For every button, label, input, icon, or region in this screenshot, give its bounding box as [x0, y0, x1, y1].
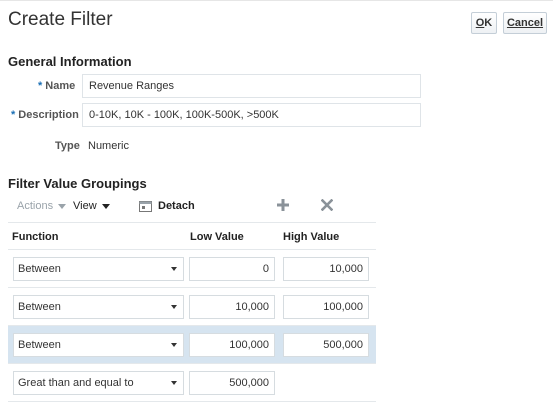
close-icon: [321, 199, 333, 211]
chevron-down-icon: [171, 381, 177, 385]
chevron-down-icon: [101, 203, 110, 209]
top-divider: [0, 0, 553, 1]
name-label: Name: [45, 80, 76, 92]
table-row[interactable]: Between 10,000 100,000: [8, 288, 376, 326]
required-marker: *: [11, 109, 16, 121]
high-value-field[interactable]: 100,000: [283, 295, 369, 319]
ok-button[interactable]: OK: [471, 12, 497, 34]
column-header-function: Function: [12, 231, 59, 243]
function-value: Between: [18, 301, 61, 313]
table-row[interactable]: Great than and equal to 500,000: [8, 364, 376, 402]
table-row[interactable]: Between 0 10,000: [8, 250, 376, 288]
high-value-field[interactable]: 10,000: [283, 257, 369, 281]
ok-rest: K: [484, 17, 493, 29]
type-value: Numeric: [88, 140, 129, 152]
function-select[interactable]: Great than and equal to: [13, 371, 184, 395]
table-row-selected[interactable]: Between 100,000 500,000: [8, 326, 376, 364]
groupings-toolbar: Actions View Detach: [8, 197, 376, 217]
low-value-field[interactable]: 100,000: [189, 333, 275, 357]
chevron-down-icon: [171, 267, 177, 271]
actions-label: Actions: [17, 200, 54, 212]
low-value-field[interactable]: 10,000: [189, 295, 275, 319]
function-select[interactable]: Between: [13, 295, 184, 319]
delete-row-button[interactable]: [321, 196, 333, 214]
description-label-wrap: * Description: [11, 109, 79, 121]
name-field[interactable]: [82, 74, 421, 98]
description-label: Description: [18, 109, 79, 121]
function-select[interactable]: Between: [13, 333, 184, 357]
low-value-field[interactable]: 0: [189, 257, 275, 281]
table-top-border: [8, 222, 376, 223]
type-label: Type: [55, 140, 80, 152]
view-menu[interactable]: View: [73, 197, 110, 215]
add-icon: [277, 199, 289, 211]
required-marker: *: [38, 80, 43, 92]
cancel-button[interactable]: Cancel: [503, 12, 547, 34]
column-header-high-value: High Value: [283, 231, 340, 243]
add-row-button[interactable]: [277, 196, 289, 214]
actions-menu[interactable]: Actions: [17, 197, 67, 215]
low-value-field[interactable]: 500,000: [189, 371, 275, 395]
detach-icon: [139, 200, 152, 212]
high-value-field[interactable]: 500,000: [283, 333, 369, 357]
function-value: Between: [18, 263, 61, 275]
name-label-wrap: * Name: [38, 80, 75, 92]
general-information-heading: General Information: [8, 54, 132, 69]
detach-button[interactable]: Detach: [139, 197, 195, 215]
description-field[interactable]: [82, 103, 421, 127]
function-select[interactable]: Between: [13, 257, 184, 281]
chevron-down-icon: [171, 305, 177, 309]
chevron-down-icon: [58, 203, 67, 209]
column-header-low-value: Low Value: [190, 231, 244, 243]
page-title: Create Filter: [8, 9, 113, 30]
view-label: View: [73, 200, 97, 212]
filter-value-groupings-heading: Filter Value Groupings: [8, 176, 147, 191]
ok-mnemonic: O: [475, 17, 485, 29]
function-value: Great than and equal to: [18, 377, 134, 389]
cancel-button-label: Cancel: [506, 17, 544, 29]
chevron-down-icon: [171, 343, 177, 347]
ok-button-label: OK: [476, 17, 493, 29]
function-value: Between: [18, 339, 61, 351]
detach-label: Detach: [158, 200, 195, 212]
